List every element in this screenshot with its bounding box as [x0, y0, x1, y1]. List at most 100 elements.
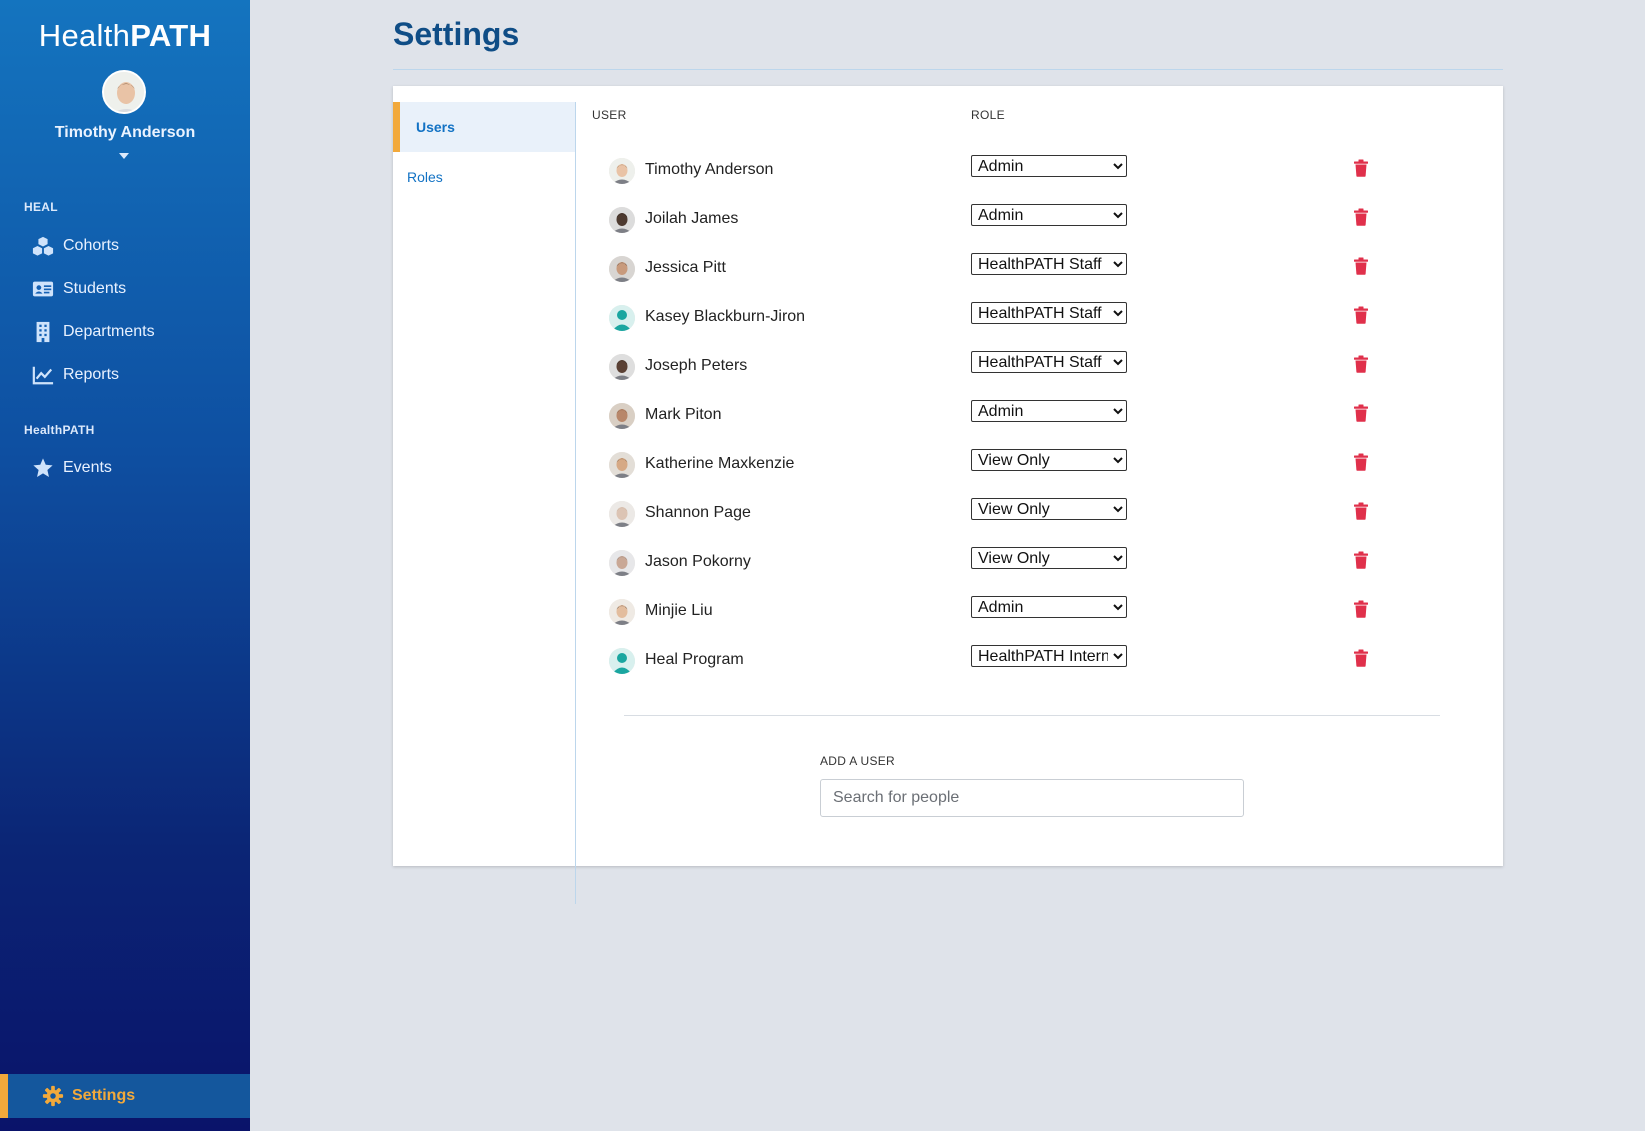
avatar [609, 158, 635, 184]
avatar [609, 452, 635, 478]
user-avatar-icon [609, 648, 635, 674]
sidebar-item-label: Reports [63, 366, 120, 383]
user-avatar-icon [609, 207, 635, 233]
user-avatar-icon [609, 452, 635, 478]
tab-users[interactable]: Users [393, 102, 575, 152]
sidebar-item-label: Settings [72, 1087, 136, 1104]
role-select[interactable]: AdminHealthPATH StaffView OnlyHealthPATH… [971, 547, 1127, 569]
role-select[interactable]: AdminHealthPATH StaffView OnlyHealthPATH… [971, 302, 1127, 324]
user-name: Kasey Blackburn-Jiron [645, 308, 806, 325]
logo-light-text: Health [38, 18, 131, 53]
table-row: Joilah James AdminHealthPATH StaffView O… [609, 195, 1409, 245]
user-avatar-icon [609, 599, 635, 625]
trash-icon[interactable] [1353, 159, 1369, 177]
trash-icon[interactable] [1353, 551, 1369, 569]
user-column-header: USER [592, 108, 627, 122]
chevron-down-icon[interactable] [119, 153, 129, 159]
sidebar-item-label: Students [63, 280, 127, 297]
trash-icon[interactable] [1353, 404, 1369, 422]
trash-icon[interactable] [1353, 355, 1369, 373]
user-avatar-icon [609, 158, 635, 184]
sidebar-item-cohorts[interactable]: Cohorts [32, 231, 119, 261]
avatar [609, 403, 635, 429]
profile-name[interactable]: Timothy Anderson [0, 124, 250, 142]
role-select[interactable]: AdminHealthPATH StaffView OnlyHealthPATH… [971, 253, 1127, 275]
user-avatar-icon [609, 354, 635, 380]
sidebar-item-settings[interactable]: Settings [0, 1074, 250, 1118]
user-avatar-icon [609, 256, 635, 282]
app-logo[interactable]: HealthPATH [0, 18, 250, 54]
user-name: Heal Program [645, 651, 744, 668]
table-row: Minjie Liu AdminHealthPATH StaffView Onl… [609, 587, 1409, 637]
tab-roles[interactable]: Roles [393, 152, 575, 202]
avatar [609, 256, 635, 282]
user-name: Mark Piton [645, 406, 722, 423]
table-row: Jessica Pitt AdminHealthPATH StaffView O… [609, 244, 1409, 294]
sidebar-item-label: Departments [63, 323, 155, 340]
role-select[interactable]: AdminHealthPATH StaffView OnlyHealthPATH… [971, 645, 1127, 667]
profile-avatar[interactable] [102, 70, 146, 114]
settings-card: Users Roles USER ROLE Timothy Anderson A… [393, 86, 1503, 904]
nav-section-healthpath: HealthPATH [24, 423, 95, 437]
table-row: Timothy Anderson AdminHealthPATH StaffVi… [609, 146, 1409, 196]
role-select[interactable]: AdminHealthPATH StaffView OnlyHealthPATH… [971, 596, 1127, 618]
user-avatar-icon [104, 72, 144, 112]
user-name: Shannon Page [645, 504, 751, 521]
user-name: Katherine Maxkenzie [645, 455, 795, 472]
sidebar-item-reports[interactable]: Reports [32, 360, 119, 390]
user-name: Joilah James [645, 210, 739, 227]
avatar [609, 207, 635, 233]
avatar [609, 501, 635, 527]
user-name: Jessica Pitt [645, 259, 726, 276]
avatar [609, 305, 635, 331]
trash-icon[interactable] [1353, 502, 1369, 520]
sidebar-item-departments[interactable]: Departments [32, 317, 155, 347]
building-icon [36, 321, 50, 343]
role-select[interactable]: AdminHealthPATH StaffView OnlyHealthPATH… [971, 400, 1127, 422]
logo-bold-text: PATH [130, 18, 212, 53]
table-row: Katherine Maxkenzie AdminHealthPATH Staf… [609, 440, 1409, 490]
avatar [609, 550, 635, 576]
table-row: Shannon Page AdminHealthPATH StaffView O… [609, 489, 1409, 539]
user-avatar-icon [609, 403, 635, 429]
sidebar-item-events[interactable]: Events [32, 453, 112, 483]
role-select[interactable]: AdminHealthPATH StaffView OnlyHealthPATH… [971, 204, 1127, 226]
title-divider [393, 69, 1503, 70]
trash-icon[interactable] [1353, 453, 1369, 471]
page-title: Settings [393, 16, 520, 52]
user-name: Timothy Anderson [645, 161, 774, 178]
id-card-icon [32, 281, 54, 297]
sidebar-item-label: Cohorts [63, 237, 120, 254]
sidebar-item-label: Events [63, 459, 112, 476]
user-name: Jason Pokorny [645, 553, 751, 570]
trash-icon[interactable] [1353, 257, 1369, 275]
search-input[interactable] [820, 779, 1244, 817]
trash-icon[interactable] [1353, 600, 1369, 618]
trash-icon[interactable] [1353, 208, 1369, 226]
star-icon [33, 458, 53, 477]
user-avatar-icon [609, 305, 635, 331]
user-avatar-icon [609, 501, 635, 527]
role-select[interactable]: AdminHealthPATH StaffView OnlyHealthPATH… [971, 449, 1127, 471]
role-select[interactable]: AdminHealthPATH StaffView OnlyHealthPATH… [971, 498, 1127, 520]
trash-icon[interactable] [1353, 649, 1369, 667]
sidebar: HealthPATH Timothy Anderson HEAL Cohorts [0, 0, 250, 1131]
table-row: Jason Pokorny AdminHealthPATH StaffView … [609, 538, 1409, 588]
settings-tabs: Users Roles [393, 102, 576, 904]
list-divider [624, 715, 1440, 716]
avatar [609, 599, 635, 625]
cubes-icon [32, 236, 54, 256]
add-user-label: ADD A USER [820, 754, 896, 768]
user-name: Joseph Peters [645, 357, 748, 374]
trash-icon[interactable] [1353, 306, 1369, 324]
table-row: Heal Program AdminHealthPATH StaffView O… [609, 636, 1409, 686]
role-select[interactable]: AdminHealthPATH StaffView OnlyHealthPATH… [971, 155, 1127, 177]
avatar [609, 648, 635, 674]
table-row: Mark Piton AdminHealthPATH StaffView Onl… [609, 391, 1409, 441]
user-name: Minjie Liu [645, 602, 713, 619]
role-column-header: ROLE [971, 108, 1005, 122]
table-row: Joseph Peters AdminHealthPATH StaffView … [609, 342, 1409, 392]
sidebar-item-students[interactable]: Students [32, 274, 126, 304]
role-select[interactable]: AdminHealthPATH StaffView OnlyHealthPATH… [971, 351, 1127, 373]
nav-section-heal: HEAL [24, 200, 58, 214]
